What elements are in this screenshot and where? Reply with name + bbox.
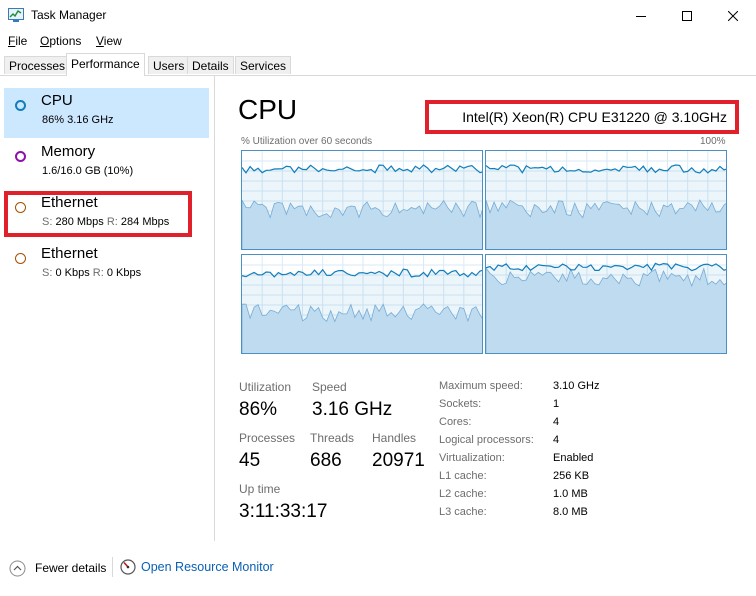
threads-value: 686	[310, 450, 342, 471]
tab-users[interactable]: Users	[148, 56, 190, 74]
speed-label: Speed	[312, 380, 347, 394]
speed-value: 3.16 GHz	[312, 399, 393, 420]
close-button[interactable]	[710, 0, 756, 31]
utilization-graph-svg	[242, 255, 482, 353]
sidebar-item-memory[interactable]: Memory 1.6/16.0 GB (10%)	[4, 139, 209, 189]
footer: Fewer details Open Resource Monitor	[0, 551, 756, 591]
menu-options[interactable]: Options	[40, 34, 81, 48]
sidebar-item-sub: S: 0 Kbps R: 0 Kbps	[42, 267, 142, 279]
annotation-highlight-box	[4, 191, 192, 237]
info-value: 4	[553, 416, 560, 428]
info-label: L3 cache:	[439, 506, 487, 518]
tab-details[interactable]: Details	[187, 56, 234, 74]
cpu-core-graph-3	[485, 254, 727, 354]
chevron-up-icon[interactable]	[9, 560, 26, 582]
sidebar-item-ethernet-2[interactable]: Ethernet S: 0 Kbps R: 0 Kbps	[4, 241, 209, 291]
maximize-button[interactable]	[664, 0, 710, 31]
utilization-label: Utilization	[239, 380, 292, 394]
sidebar: CPU 86% 3.16 GHz Memory 1.6/16.0 GB (10%…	[0, 76, 215, 541]
handles-value: 20971	[372, 450, 425, 471]
title-bar: Task Manager	[0, 0, 756, 31]
sidebar-item-sub: 86% 3.16 GHz	[42, 114, 114, 126]
info-value: 4	[553, 434, 560, 446]
info-label: Maximum speed:	[439, 380, 523, 392]
uptime-label: Up time	[239, 482, 281, 496]
close-icon	[728, 10, 738, 21]
sidebar-item-sub: 1.6/16.0 GB (10%)	[42, 165, 134, 177]
utilization-graph-svg	[242, 151, 482, 249]
footer-divider	[112, 557, 113, 577]
menu-file[interactable]: File	[8, 34, 27, 48]
cpu-model-name: Intel(R) Xeon(R) CPU E31220 @ 3.10GHz	[425, 100, 739, 134]
resource-monitor-icon	[120, 559, 136, 580]
processes-value: 45	[239, 450, 261, 471]
menu-view[interactable]: View	[96, 34, 122, 48]
info-value: 256 KB	[553, 470, 590, 482]
info-label: Logical processors:	[439, 434, 534, 446]
window-title: Task Manager	[31, 8, 107, 22]
menu-bar: File Options View	[0, 31, 756, 51]
fewer-details-button[interactable]: Fewer details	[35, 561, 106, 575]
threads-label: Threads	[310, 431, 355, 445]
uptime-value: 3:11:33:17	[239, 501, 328, 522]
open-resource-monitor-link[interactable]: Open Resource Monitor	[141, 560, 274, 574]
page-title: CPU	[238, 94, 298, 125]
graph-caption: % Utilization over 60 seconds	[241, 136, 373, 147]
tab-processes[interactable]: Processes	[4, 56, 71, 74]
handles-label: Handles	[372, 431, 417, 445]
sidebar-item-title: Memory	[41, 143, 96, 160]
info-label: L1 cache:	[439, 470, 487, 482]
cpu-core-graph-1	[485, 150, 727, 250]
info-label: Virtualization:	[439, 452, 505, 464]
info-label: Sockets:	[439, 398, 482, 410]
utilization-value: 86%	[239, 399, 278, 420]
info-value: Enabled	[553, 452, 594, 464]
info-label: L2 cache:	[439, 488, 487, 500]
tab-strip: Processes Performance Users Details Serv…	[0, 53, 756, 76]
info-value: 3.10 GHz	[553, 380, 600, 392]
cpu-core-graph-0	[241, 150, 483, 250]
tab-performance[interactable]: Performance	[66, 53, 145, 76]
sidebar-item-cpu[interactable]: CPU 86% 3.16 GHz	[4, 88, 209, 138]
minimize-icon	[636, 15, 646, 17]
task-manager-icon	[8, 8, 24, 22]
info-value: 1	[553, 398, 560, 410]
graph-max-label: 100%	[700, 136, 726, 147]
info-value: 8.0 MB	[553, 506, 588, 518]
cpu-color-swatch	[15, 100, 26, 111]
info-value: 1.0 MB	[553, 488, 588, 500]
cpu-core-graph-2	[241, 254, 483, 354]
tab-services[interactable]: Services	[235, 56, 292, 74]
sidebar-item-title: CPU	[41, 92, 73, 109]
maximize-icon	[682, 10, 692, 21]
ethernet-color-swatch	[15, 253, 26, 264]
info-label: Cores:	[439, 416, 472, 428]
memory-color-swatch	[15, 151, 26, 162]
utilization-graph-svg	[486, 255, 726, 353]
sidebar-item-title: Ethernet	[41, 245, 98, 262]
utilization-graph-svg	[486, 151, 726, 249]
minimize-button[interactable]	[618, 0, 664, 31]
processes-label: Processes	[239, 431, 296, 445]
